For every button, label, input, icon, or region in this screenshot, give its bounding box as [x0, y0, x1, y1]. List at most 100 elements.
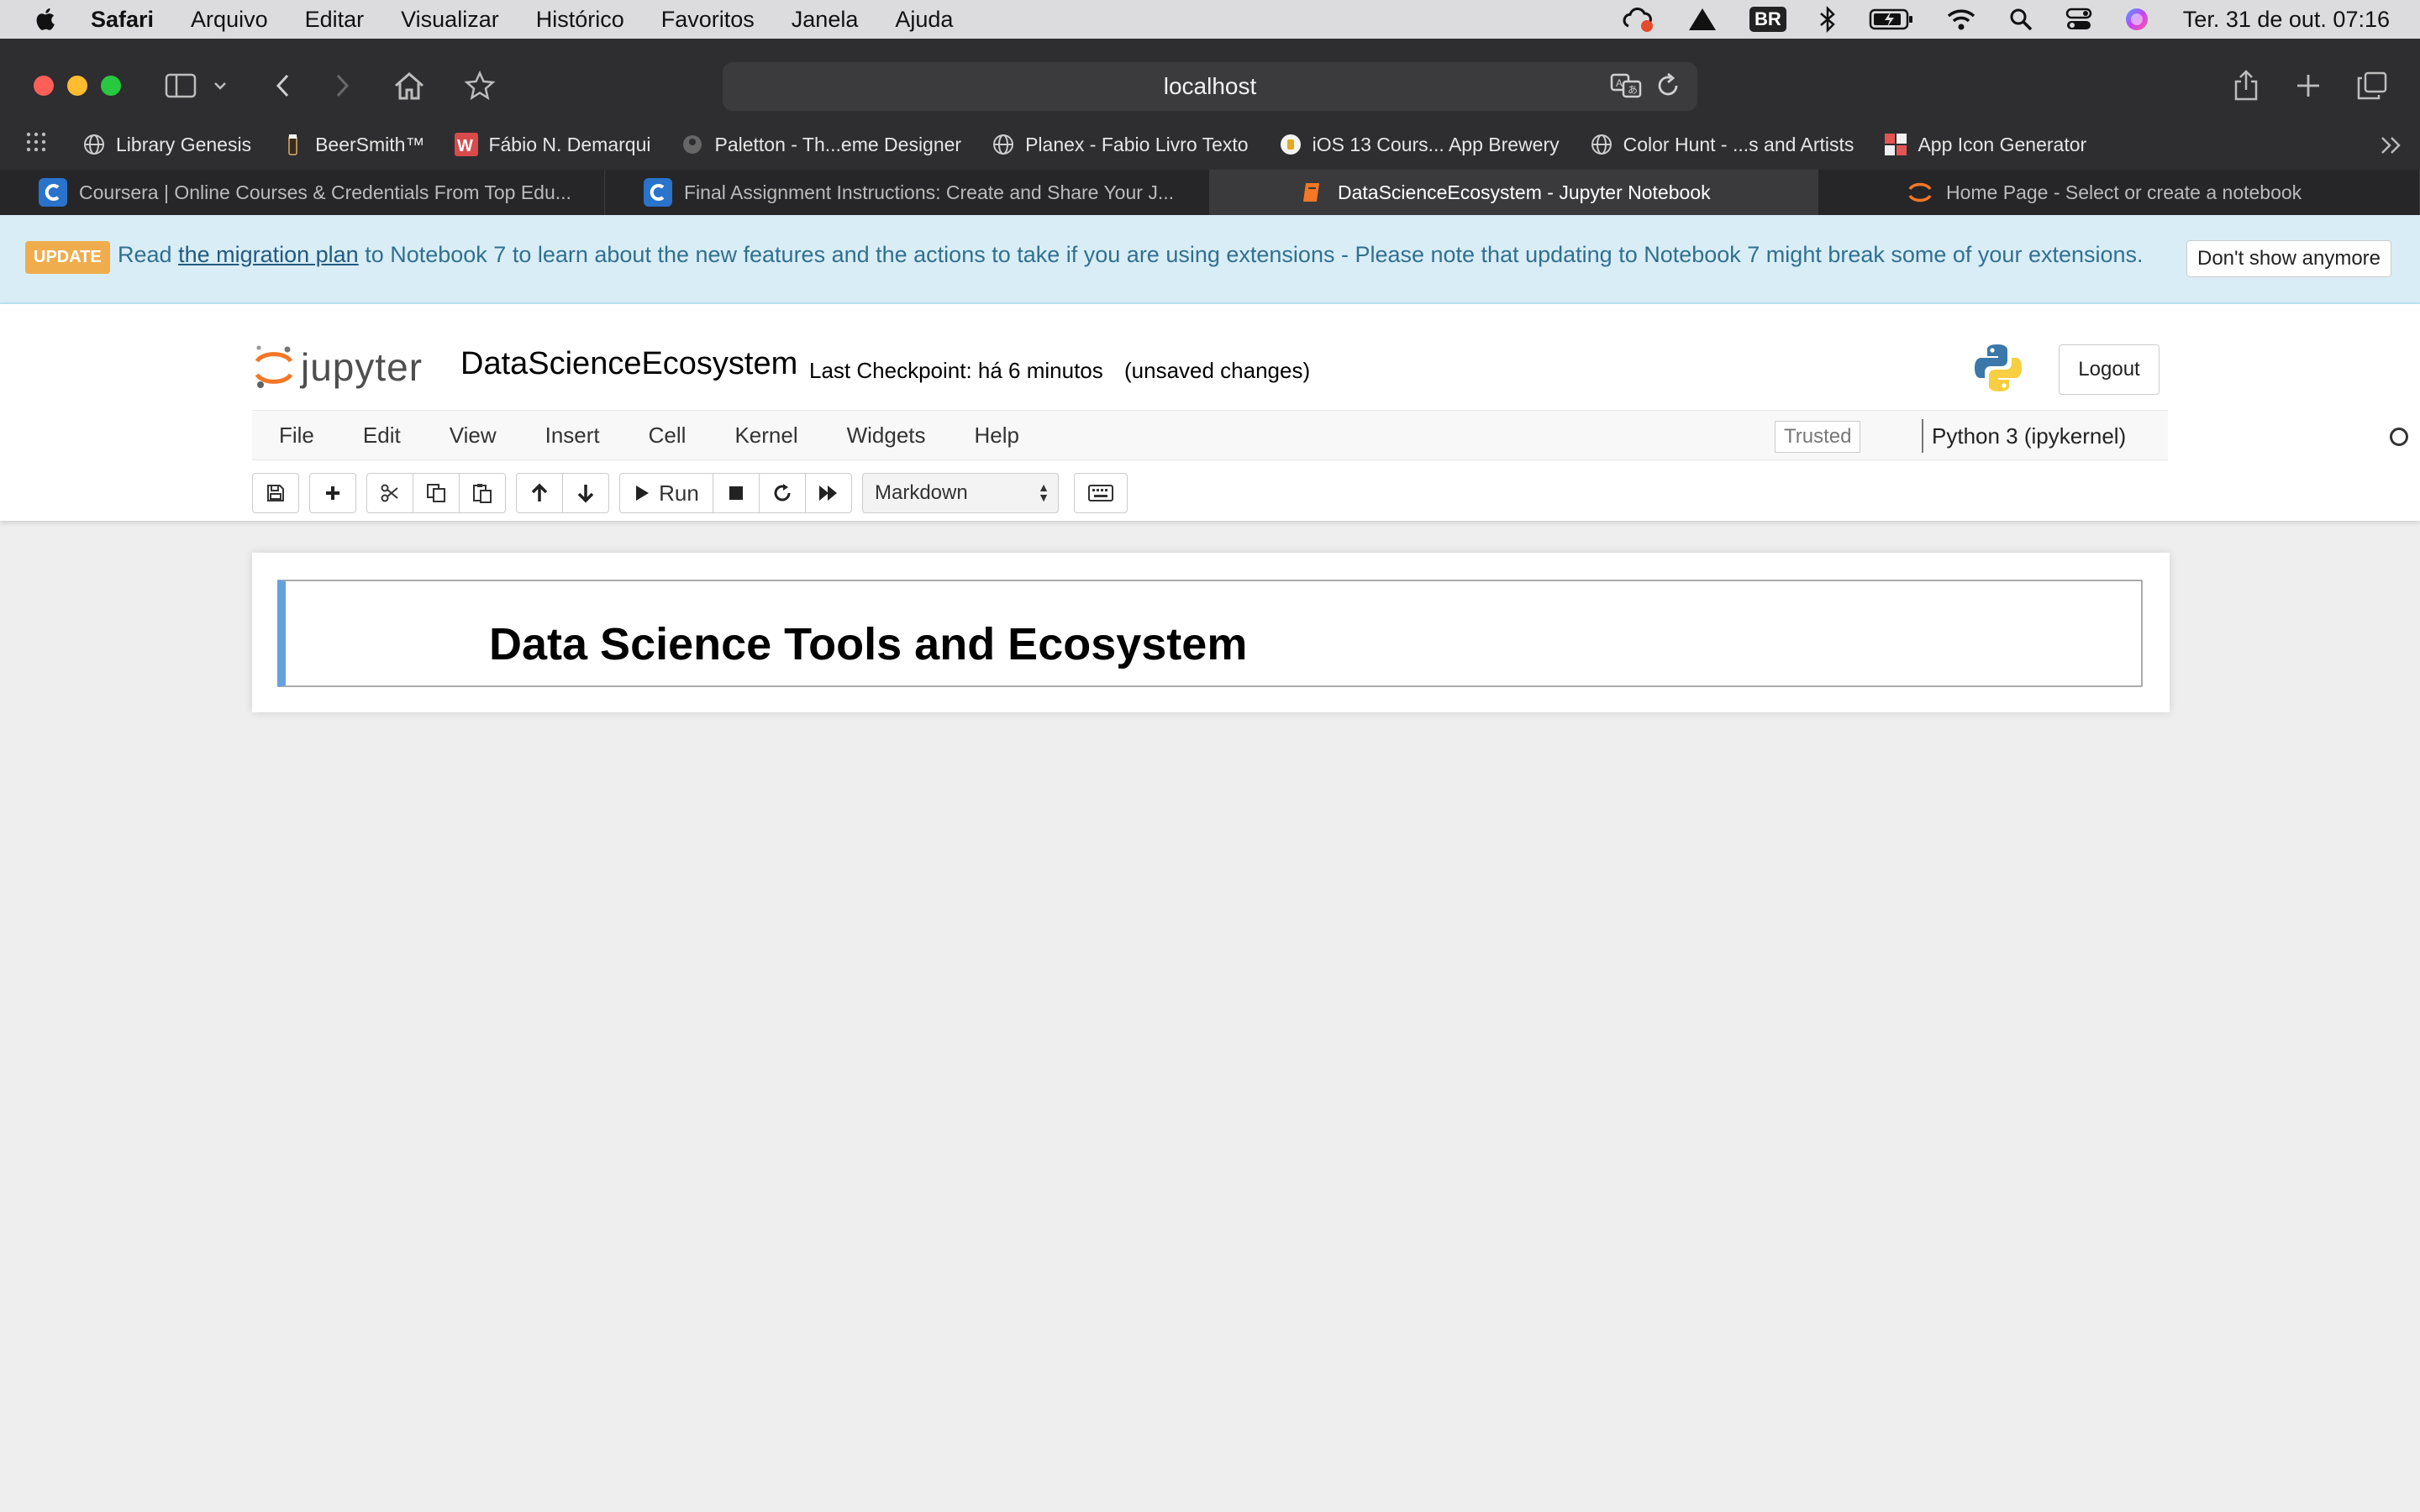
- kernel-name[interactable]: Python 3 (ipykernel): [1922, 419, 2126, 453]
- more-bookmarks-icon[interactable]: [2380, 134, 2403, 161]
- play-icon: [636, 486, 650, 501]
- menubar-clock[interactable]: Ter. 31 de out. 07:16: [2183, 7, 2390, 33]
- home-icon[interactable]: [388, 66, 430, 106]
- notebook-icon: [1297, 178, 1326, 207]
- menu-cell[interactable]: Cell: [649, 423, 687, 449]
- tab-label: Final Assignment Instructions: Create an…: [684, 181, 1174, 203]
- apple-icon[interactable]: [32, 5, 60, 34]
- bookmark-library-genesis[interactable]: Library Genesis: [82, 133, 251, 156]
- bookmark-fabio-demarqui[interactable]: W Fábio N. Demarqui: [455, 133, 650, 156]
- macos-menu-bar: Safari Arquivo Editar Visualizar Históri…: [0, 0, 2420, 39]
- minimize-window-button[interactable]: [67, 76, 87, 96]
- control-center-icon[interactable]: [2065, 7, 2092, 32]
- menu-arquivo[interactable]: Arquivo: [191, 7, 268, 33]
- drive-triangle-icon[interactable]: [1687, 7, 1718, 32]
- menu-edit[interactable]: Edit: [363, 423, 401, 449]
- globe-icon: [992, 133, 1015, 156]
- menu-file[interactable]: File: [279, 423, 314, 449]
- menu-help[interactable]: Help: [975, 423, 1019, 449]
- migration-plan-link[interactable]: the migration plan: [178, 242, 359, 267]
- notebook-name[interactable]: DataScienceEcosystem: [460, 346, 797, 382]
- tab-final-assignment[interactable]: Final Assignment Instructions: Create an…: [605, 170, 1210, 215]
- share-icon[interactable]: [2225, 66, 2267, 106]
- apps-grid-icon[interactable]: [25, 131, 47, 158]
- menu-janela[interactable]: Janela: [792, 7, 859, 33]
- trusted-indicator[interactable]: Trusted: [1775, 421, 1861, 453]
- chevron-down-icon[interactable]: [207, 66, 234, 106]
- address-bar[interactable]: localhost Aあ: [723, 62, 1697, 111]
- bookmark-beersmith[interactable]: BeerSmith™: [281, 133, 424, 156]
- bookmark-app-icon-generator[interactable]: App Icon Generator: [1884, 133, 2086, 156]
- run-button[interactable]: Run: [619, 473, 713, 513]
- save-button[interactable]: [252, 473, 299, 513]
- command-palette-button[interactable]: [1074, 473, 1128, 513]
- bookmark-app-brewery[interactable]: iOS 13 Cours... App Brewery: [1279, 133, 1560, 156]
- cell-type-select[interactable]: Markdown ▲ ▼: [862, 473, 1059, 513]
- menu-insert[interactable]: Insert: [545, 423, 600, 449]
- wifi-icon[interactable]: [1946, 8, 1976, 31]
- menu-kernel[interactable]: Kernel: [734, 423, 797, 449]
- battery-icon[interactable]: [1869, 8, 1914, 31]
- dont-show-anymore-button[interactable]: Don't show anymore: [2186, 240, 2391, 277]
- forward-arrow-icon[interactable]: [321, 66, 363, 106]
- menu-ajuda[interactable]: Ajuda: [895, 7, 953, 33]
- restart-kernel-button[interactable]: [759, 473, 806, 513]
- move-up-button[interactable]: [516, 473, 563, 513]
- bookmark-planex[interactable]: Planex - Fabio Livro Texto: [992, 133, 1249, 156]
- menu-historico[interactable]: Histórico: [536, 7, 624, 33]
- arrow-down-icon: [577, 485, 594, 503]
- stop-icon: [729, 486, 743, 500]
- tab-label: Coursera | Online Courses & Credentials …: [79, 181, 571, 203]
- svg-text:W: W: [457, 137, 473, 155]
- bookmark-color-hunt[interactable]: Color Hunt - ...s and Artists: [1590, 133, 1854, 156]
- tab-overview-icon[interactable]: [2351, 66, 2393, 106]
- menu-app-name[interactable]: Safari: [91, 7, 154, 33]
- scissors-icon: [381, 484, 398, 502]
- restart-run-all-button[interactable]: [805, 473, 852, 513]
- insert-cell-button[interactable]: [309, 473, 356, 513]
- tab-coursera[interactable]: Coursera | Online Courses & Credentials …: [0, 170, 605, 215]
- reload-icon[interactable]: [1655, 72, 1681, 105]
- input-source-badge[interactable]: BR: [1749, 7, 1786, 32]
- jupyter-logo[interactable]: jupyter: [254, 343, 423, 391]
- tab-datascienceecosystem[interactable]: DataScienceEcosystem - Jupyter Notebook: [1210, 170, 1818, 215]
- zoom-window-button[interactable]: [101, 76, 121, 96]
- unsaved-changes-indicator: (unsaved changes): [1124, 358, 1311, 383]
- bookmark-star-icon[interactable]: [459, 66, 501, 106]
- notebook-menu-bar: File Edit View Insert Cell Kernel Widget…: [252, 410, 2408, 460]
- last-checkpoint: Last Checkpoint: há 6 minutos: [809, 358, 1103, 383]
- menu-favoritos[interactable]: Favoritos: [661, 7, 755, 33]
- menu-widgets[interactable]: Widgets: [847, 423, 926, 449]
- cut-button[interactable]: [366, 473, 413, 513]
- bookmark-label: Paletton - Th...eme Designer: [714, 133, 962, 155]
- logout-button[interactable]: Logout: [2059, 344, 2160, 395]
- spotlight-search-icon[interactable]: [2008, 7, 2033, 32]
- creative-cloud-icon[interactable]: [1622, 6, 1655, 33]
- bluetooth-icon[interactable]: [1818, 6, 1837, 33]
- palette-icon: [681, 133, 704, 156]
- menu-view[interactable]: View: [450, 423, 497, 449]
- siri-icon[interactable]: [2124, 7, 2149, 32]
- paste-button[interactable]: [459, 473, 506, 513]
- bookmark-paletton[interactable]: Paletton - Th...eme Designer: [681, 133, 961, 156]
- jupyter-header: jupyter DataScienceEcosystem Last Checkp…: [0, 304, 2420, 521]
- python-logo-icon: [1973, 343, 2023, 397]
- tab-label: DataScienceEcosystem - Jupyter Notebook: [1338, 181, 1711, 203]
- close-window-button[interactable]: [34, 76, 54, 96]
- menu-visualizar[interactable]: Visualizar: [401, 7, 499, 33]
- bookmark-label: Color Hunt - ...s and Artists: [1623, 133, 1854, 155]
- back-arrow-icon[interactable]: [262, 66, 304, 106]
- translate-icon[interactable]: Aあ: [1610, 72, 1642, 105]
- brewery-icon: [1279, 133, 1302, 156]
- interrupt-kernel-button[interactable]: [713, 473, 760, 513]
- markdown-cell[interactable]: Data Science Tools and Ecosystem: [277, 580, 2143, 687]
- svg-text:A: A: [1616, 77, 1623, 89]
- tab-label: Home Page - Select or create a notebook: [1946, 181, 2302, 203]
- menu-editar[interactable]: Editar: [305, 7, 365, 33]
- sidebar-toggle-icon[interactable]: [160, 66, 202, 106]
- kernel-status-icon: [2390, 428, 2408, 446]
- copy-button[interactable]: [413, 473, 460, 513]
- tab-home-page[interactable]: Home Page - Select or create a notebook: [1818, 170, 2420, 215]
- move-down-button[interactable]: [562, 473, 609, 513]
- new-tab-plus-icon[interactable]: [2287, 66, 2329, 106]
